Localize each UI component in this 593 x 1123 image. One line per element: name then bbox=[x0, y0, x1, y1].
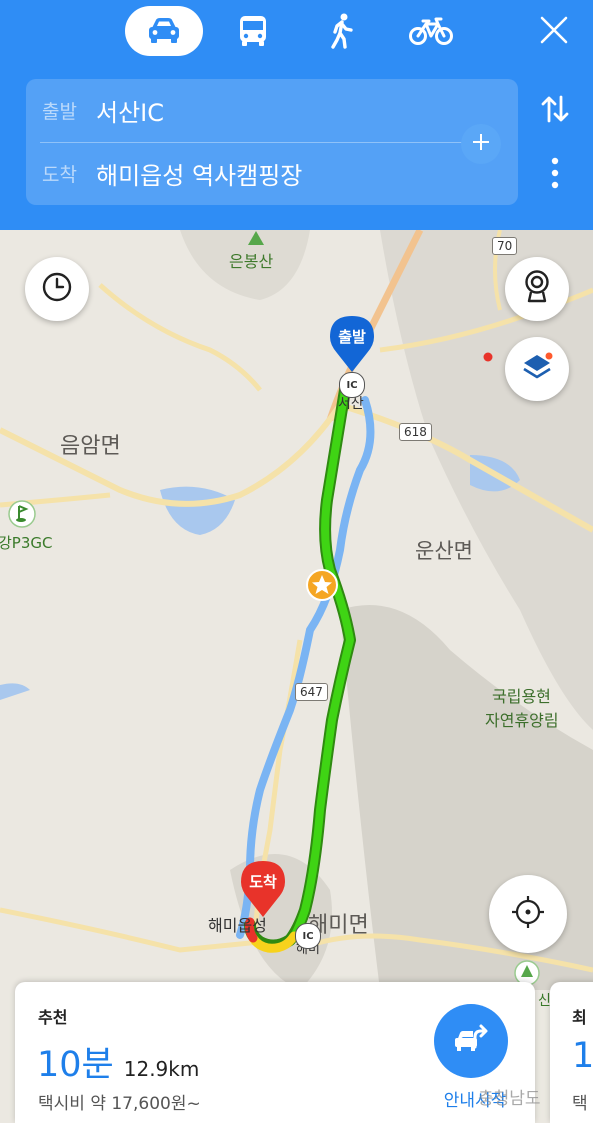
origin-label: 출발 bbox=[42, 101, 77, 123]
road-shield-70: 70 bbox=[492, 237, 518, 255]
turn-right-arrow-icon bbox=[451, 1021, 491, 1061]
my-location-button[interactable] bbox=[489, 875, 567, 953]
bike-icon bbox=[409, 16, 453, 46]
route-summary-card[interactable]: 추천 10분 12.9km 택시비 약 17,600원~ 안내시작 bbox=[15, 982, 535, 1123]
map-label-forest-2: 자연휴양림 bbox=[485, 711, 559, 730]
origin-pin-label: 출발 bbox=[338, 328, 366, 346]
star-poi-icon[interactable] bbox=[306, 569, 338, 605]
swap-arrows-icon bbox=[539, 93, 571, 129]
travel-time: 10분 bbox=[37, 1045, 114, 1085]
camera-pin-icon bbox=[523, 270, 551, 308]
map-label-forest-1: 국립용현 bbox=[492, 687, 551, 706]
recommended-tag: 추천 bbox=[38, 1008, 68, 1027]
destination-label: 도착 bbox=[42, 164, 77, 186]
park-icon bbox=[248, 230, 264, 249]
alternate-time: 1 bbox=[572, 1036, 593, 1076]
map-label-eunbongsan: 은봉산 bbox=[229, 252, 274, 271]
ic-badge-haemi: IC bbox=[295, 923, 321, 949]
origin-value[interactable]: 서산IC bbox=[96, 93, 164, 128]
destination-pin-label: 도착 bbox=[249, 873, 277, 891]
travel-distance: 12.9km bbox=[123, 1057, 200, 1081]
bus-icon bbox=[237, 14, 269, 48]
layers-icon bbox=[520, 350, 554, 388]
more-options-button[interactable] bbox=[535, 152, 575, 198]
alternate-tag: 최 bbox=[572, 1008, 587, 1027]
golf-icon bbox=[8, 500, 36, 532]
ic-badge-seosan: IC bbox=[339, 372, 365, 398]
alternate-route-card[interactable]: 최 1 택 bbox=[550, 982, 593, 1123]
plus-icon bbox=[471, 132, 491, 156]
crosshair-icon bbox=[511, 895, 545, 933]
map-label-golf: 강P3GC bbox=[0, 534, 53, 552]
mode-car-tab[interactable] bbox=[125, 6, 203, 56]
walk-icon bbox=[328, 13, 356, 49]
map-label-eumam: 음암면 bbox=[60, 434, 121, 459]
clock-icon bbox=[41, 271, 73, 307]
route-input-box: 출발 서산IC 도착 해미읍성 역사캠핑장 bbox=[26, 79, 518, 205]
close-button[interactable] bbox=[530, 8, 578, 56]
close-icon bbox=[539, 15, 569, 49]
origin-field[interactable]: 출발 서산IC bbox=[26, 79, 518, 142]
mode-bike-tab[interactable] bbox=[392, 6, 470, 56]
layers-button[interactable] bbox=[505, 337, 569, 401]
poi-marker-icon bbox=[483, 347, 493, 366]
street-view-button[interactable] bbox=[505, 257, 569, 321]
history-button[interactable] bbox=[25, 257, 89, 321]
destination-pin[interactable]: 도착 bbox=[240, 860, 286, 918]
map-label-partial: 신 bbox=[538, 993, 551, 1009]
mode-walk-tab[interactable] bbox=[303, 6, 381, 56]
destination-value[interactable]: 해미읍성 역사캠핑장 bbox=[96, 156, 302, 191]
more-vertical-icon bbox=[551, 157, 559, 193]
origin-pin[interactable]: 출발 bbox=[329, 315, 375, 373]
destination-field[interactable]: 도착 해미읍성 역사캠핑장 bbox=[26, 142, 518, 205]
add-waypoint-button[interactable] bbox=[461, 124, 501, 164]
header: 출발 서산IC 도착 해미읍성 역사캠핑장 bbox=[0, 0, 593, 230]
car-icon bbox=[146, 16, 182, 46]
watermark: 충청남도 bbox=[478, 1089, 541, 1109]
road-shield-618: 618 bbox=[399, 423, 432, 441]
map-label-unsan: 운산면 bbox=[415, 539, 473, 563]
swap-route-button[interactable] bbox=[532, 88, 578, 134]
road-shield-647: 647 bbox=[295, 683, 328, 701]
start-navigation-button[interactable] bbox=[434, 1004, 508, 1078]
taxi-fare: 택시비 약 17,600원~ bbox=[38, 1094, 201, 1114]
alternate-fare: 택 bbox=[572, 1094, 588, 1114]
mode-bus-tab[interactable] bbox=[214, 6, 292, 56]
